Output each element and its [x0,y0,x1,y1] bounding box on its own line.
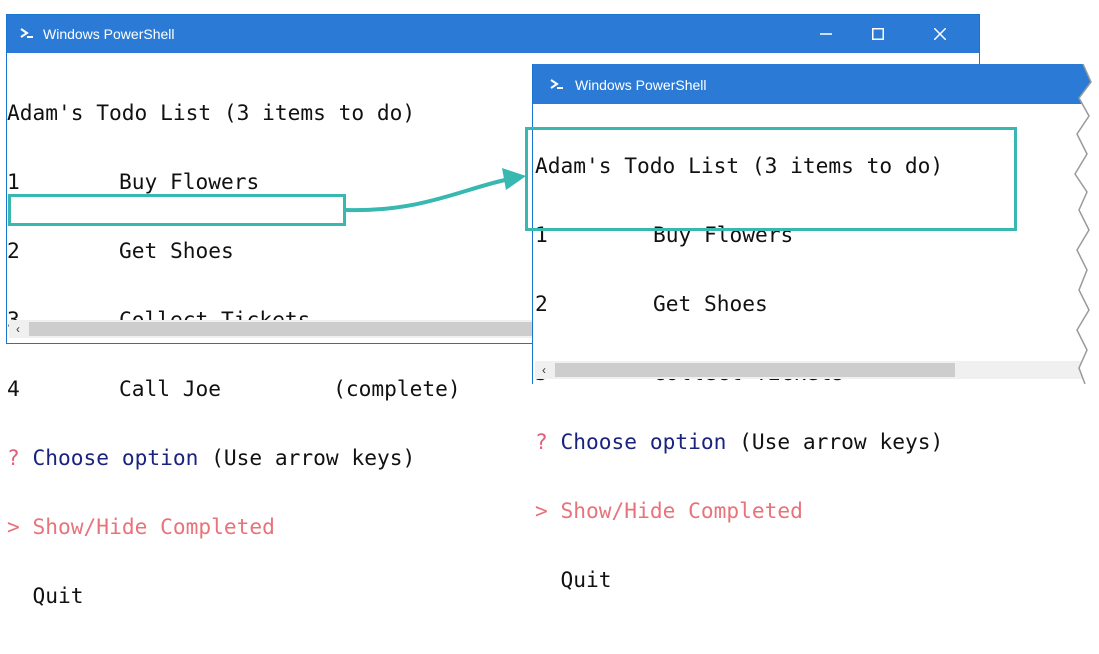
prompt-line: ? Choose option (Use arrow keys) [535,430,1099,453]
option-label: Show/Hide Completed [560,498,803,523]
maximize-icon [872,28,884,40]
prompt-hint: (Use arrow keys) [211,445,416,470]
item-number: 2 [535,291,548,316]
highlight-box-filtered-list [525,127,1017,231]
title-bar[interactable]: Windows PowerShell [7,15,979,53]
horizontal-scrollbar[interactable]: ‹ [535,361,1099,379]
item-task: Call Joe [119,376,222,401]
option-label: Quit [560,567,612,592]
option-show-hide-completed[interactable]: > Show/Hide Completed [535,499,1099,522]
item-status: (complete) [333,376,461,401]
minimize-button[interactable] [801,15,851,53]
prompt-symbol: ? [535,429,548,454]
window-title: Windows PowerShell [575,77,707,93]
powershell-icon [550,79,563,89]
prompt-text: Choose option [32,445,199,470]
window-title: Windows PowerShell [43,26,175,42]
prompt-hint: (Use arrow keys) [739,429,944,454]
option-label: Show/Hide Completed [32,514,275,539]
todo-item: 2 Get Shoes [535,292,1099,315]
chevron-left-icon: ‹ [16,322,20,336]
item-task: Get Shoes [119,238,234,263]
prompt-text: Choose option [560,429,727,454]
item-number: 4 [7,376,20,401]
selection-pointer: > [535,498,548,523]
powershell-icon [20,28,33,38]
option-label: Quit [32,583,84,608]
prompt-symbol: ? [7,445,20,470]
highlight-box-selected-option [8,194,346,226]
scroll-left-button[interactable]: ‹ [9,320,27,338]
close-icon [934,28,946,40]
scrollbar-thumb[interactable] [555,363,955,377]
item-task: Buy Flowers [119,169,260,194]
option-quit[interactable]: Quit [535,568,1099,591]
scroll-left-button[interactable]: ‹ [535,361,553,379]
item-number: 2 [7,238,20,263]
selection-pointer: > [7,514,20,539]
chevron-left-icon: ‹ [542,363,546,377]
maximize-button[interactable] [853,15,903,53]
close-button[interactable] [915,15,965,53]
title-bar[interactable]: Windows PowerShell [533,64,1099,104]
item-number: 1 [7,169,20,194]
minimize-icon [820,33,832,35]
item-task: Get Shoes [653,291,768,316]
